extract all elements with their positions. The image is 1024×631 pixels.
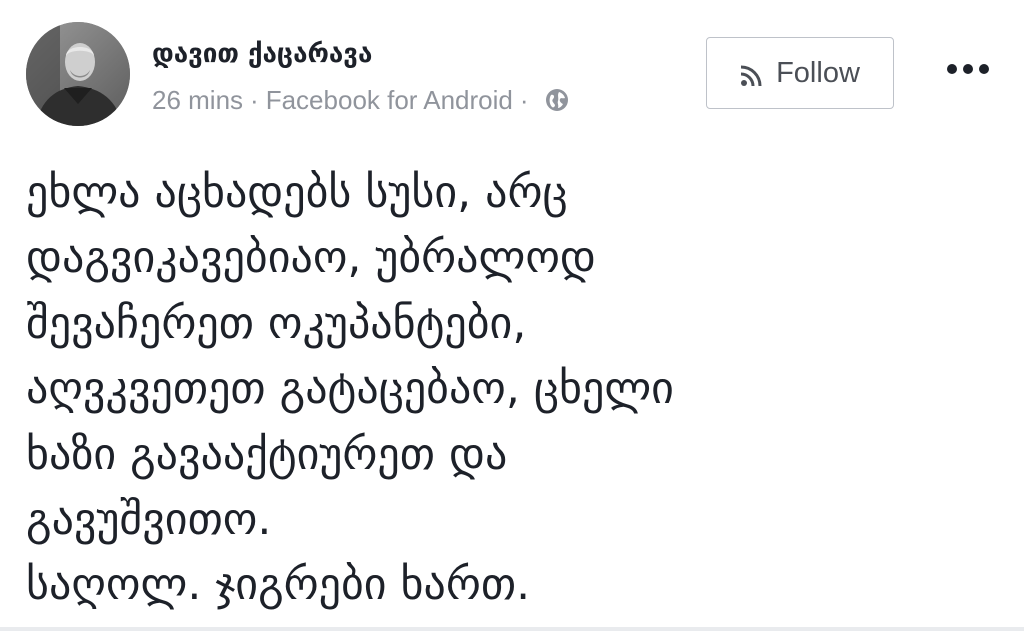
post-time[interactable]: 26 mins	[152, 83, 243, 117]
more-dots-icon	[947, 64, 989, 74]
divider	[0, 627, 1024, 631]
author-name[interactable]: დავით ქაცარავა	[152, 36, 372, 72]
rss-icon	[740, 65, 762, 87]
meta-separator: ·	[519, 85, 529, 115]
post-line: გავუშვითო.	[26, 494, 272, 546]
post-line: აღვკვეთეთ გატაცებაო, ცხელი	[26, 363, 674, 415]
profile-photo	[26, 22, 130, 126]
meta-separator: ·	[250, 85, 259, 115]
more-options-button[interactable]	[940, 52, 996, 86]
post-source: Facebook for Android	[265, 85, 513, 115]
post-line: საღოლ. ჯიგრები ხართ.	[26, 559, 531, 611]
post-line: დაგვიკავებიაო, უბრალოდ	[26, 232, 596, 284]
post-line: ეხლა აცხადებს სუსი, არც	[26, 167, 568, 218]
post-line: ხაზი გავააქტიურეთ და	[26, 428, 508, 480]
follow-button[interactable]: Follow	[706, 37, 894, 109]
globe-icon[interactable]	[545, 88, 569, 112]
post-body: ეხლა აცხადებს სუსი, არც დაგვიკავებიაო, უ…	[26, 160, 1006, 618]
post-line: შევაჩერეთ ოკუპანტები,	[26, 297, 527, 349]
avatar[interactable]	[26, 22, 130, 126]
post-meta: 26 mins · Facebook for Android ·	[152, 83, 569, 117]
follow-label: Follow	[776, 56, 860, 89]
